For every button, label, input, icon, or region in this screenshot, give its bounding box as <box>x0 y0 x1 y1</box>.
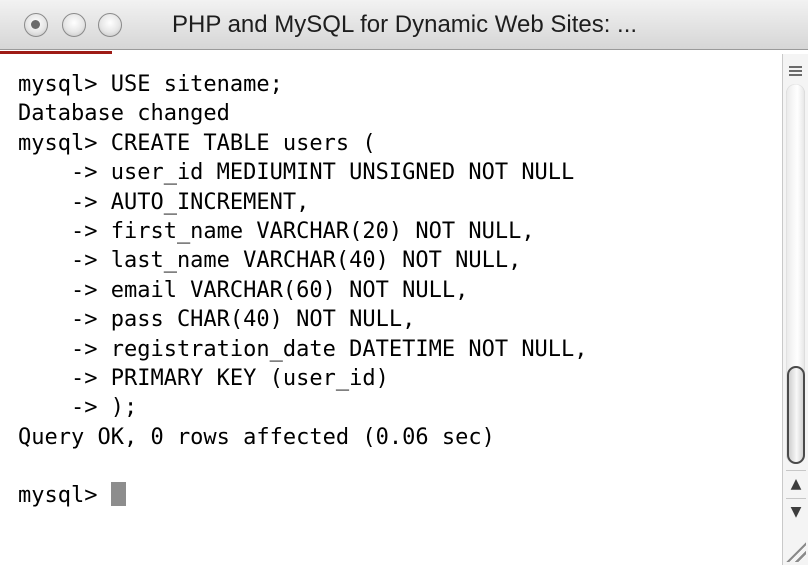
vertical-scrollbar[interactable]: ▲ ▼ <box>782 54 808 565</box>
split-pane-icon[interactable] <box>789 66 802 76</box>
terminal-line: Database changed <box>18 101 230 127</box>
terminal-line: -> AUTO_INCREMENT, <box>18 189 310 215</box>
resize-grip-icon[interactable] <box>784 540 806 562</box>
window-title: PHP and MySQL for Dynamic Web Sites: ... <box>172 11 638 38</box>
terminal-line: mysql> CREATE TABLE users ( <box>18 130 376 156</box>
zoom-button-icon[interactable] <box>98 13 122 37</box>
terminal-prompt-line[interactable]: mysql> <box>18 481 588 510</box>
scrollbar-thumb[interactable] <box>787 366 805 464</box>
scroll-down-arrow-icon[interactable]: ▼ <box>786 498 806 525</box>
terminal-line: -> PRIMARY KEY (user_id) <box>18 365 389 391</box>
terminal-line: -> first_name VARCHAR(20) NOT NULL, <box>18 218 535 244</box>
prompt-text: mysql> <box>18 483 111 509</box>
close-button-icon[interactable] <box>24 13 48 37</box>
minimize-button-icon[interactable] <box>62 13 86 37</box>
terminal-line: mysql> USE sitename; <box>18 72 283 97</box>
title-bar[interactable]: PHP and MySQL for Dynamic Web Sites: ... <box>0 0 808 50</box>
scroll-up-arrow-icon[interactable]: ▲ <box>786 470 806 497</box>
terminal-line: -> pass CHAR(40) NOT NULL, <box>18 307 416 333</box>
terminal-line: -> email VARCHAR(60) NOT NULL, <box>18 277 469 303</box>
text-cursor <box>110 482 126 507</box>
terminal-lines: mysql> USE sitename; Database changed my… <box>18 70 588 511</box>
terminal-output[interactable]: mysql> USE sitename; Database changed my… <box>0 54 782 565</box>
terminal-line: -> user_id MEDIUMINT UNSIGNED NOT NULL <box>18 160 575 186</box>
terminal-line: -> ); <box>18 395 138 421</box>
terminal-line: -> last_name VARCHAR(40) NOT NULL, <box>18 248 522 274</box>
terminal-line: -> registration_date DATETIME NOT NULL, <box>18 336 588 362</box>
terminal-line: Query OK, 0 rows affected (0.06 sec) <box>18 424 495 450</box>
terminal-window: PHP and MySQL for Dynamic Web Sites: ...… <box>0 0 808 565</box>
